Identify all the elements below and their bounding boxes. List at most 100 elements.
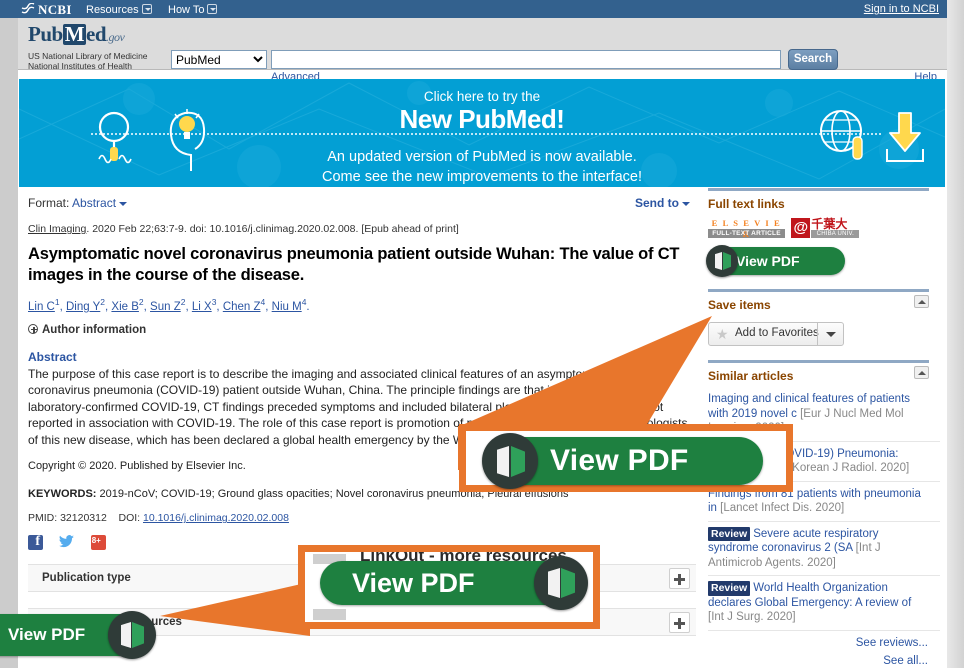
similar-articles-title: Similar articles [708,369,794,383]
author-affiliation-sup: 2 [100,297,106,307]
how-to-menu-label: How To [168,4,205,16]
journal-link[interactable]: Clin Imaging [28,223,86,235]
view-pdf-floating-button[interactable]: View PDF [0,611,156,659]
banner-subtitle: Click here to try the [423,89,541,104]
database-select[interactable]: PubMed [171,50,267,69]
review-badge: Review [708,581,751,596]
logo-text-ed: ed [86,22,107,46]
collapse-similar-articles-button[interactable] [914,366,929,379]
author-link[interactable]: Niu M [272,301,302,313]
full-text-links-block: Full text links E L S E V I E R FULL-TEX… [706,188,940,277]
pubmed-logo[interactable]: PubMed.gov US National Library of Medici… [28,22,148,72]
similar-article-journal: [Korean J Radiol. 2020] [788,462,910,474]
banner-line-2: Come see the new improvements to the int… [322,169,642,185]
author-affiliation-sup: 4 [260,297,266,307]
chevron-down-icon [119,201,128,206]
pmid-doi-row: PMID: 32120312 DOI: 10.1016/j.clinimag.2… [28,512,696,524]
view-pdf-button[interactable]: View PDF [706,245,845,277]
author-link[interactable]: Li X [192,301,212,313]
pdf-reader-icon [108,611,156,659]
author-affiliation-sup: 2 [138,297,144,307]
similar-articles-block: Similar articles Imaging and clinical fe… [708,360,940,667]
author-information-label: Author information [42,323,147,336]
author-link[interactable]: Chen Z [223,301,261,313]
send-to-menu[interactable]: Send to [635,196,690,210]
expand-plus-icon [28,323,38,334]
search-input[interactable] [271,50,781,69]
similar-article-journal: [Int J Surg. 2020] [708,611,796,623]
view-pdf-button-zoomed[interactable]: View PDF [482,433,763,489]
author-link[interactable]: Ding Y [66,301,100,313]
elsevier-logo[interactable]: E L S E V I E R FULL-TEXT ARTICLE [708,218,785,239]
save-items-block: Save items ★ Add to Favorites [708,289,940,346]
citation-line: Clin Imaging. 2020 Feb 22;63:7-9. doi: 1… [28,222,696,236]
list-item[interactable]: Review World Health Organization declares… [708,576,940,631]
logo-text-m: M [62,22,87,46]
pdf-reader-icon [706,245,738,277]
collapse-save-items-button[interactable] [914,295,929,308]
resources-menu[interactable]: Resources [86,3,152,16]
chiba-english: CHIBA UNIV. [811,230,860,238]
chevron-down-icon [682,201,690,206]
similar-articles-links: See reviews... See all... [708,637,940,667]
ncbi-top-bar: NCBI Resources How To Sign in to NCBI [0,0,964,18]
author-link[interactable]: Sun Z [150,301,181,313]
section-divider [708,360,929,363]
new-pubmed-banner[interactable]: Click here to try the New PubMed! An upd… [19,79,945,187]
author-link[interactable]: Xie B [111,301,139,313]
author-affiliation-sup: 2 [180,297,186,307]
callout-view-pdf-bottom: LinkOut - more resources View PDF [298,545,600,629]
article-title: Asymptomatic novel coronavirus pneumonia… [28,245,680,284]
send-to-label: Send to [635,196,679,210]
see-all-link[interactable]: See all... [708,655,928,667]
sign-in-link[interactable]: Sign in to NCBI [864,3,939,15]
format-selector[interactable]: Format: Abstract [28,196,688,210]
citation-detail: . 2020 Feb 22;63:7-9. doi: 10.1016/j.cli… [86,223,459,235]
author-affiliation-sup: 3 [211,297,217,307]
add-to-favorites-label: Add to Favorites [735,327,819,339]
expand-linkout-button[interactable] [669,612,690,633]
chiba-at-symbol: @ [791,218,811,238]
view-pdf-button-zoomed[interactable]: View PDF [320,556,588,610]
section-divider [708,289,929,292]
chevron-down-icon [141,4,152,14]
nlm-line: US National Library of Medicine [28,51,148,61]
google-plus-icon[interactable] [90,534,106,550]
review-badge: Review [708,526,751,541]
facebook-icon[interactable] [28,534,43,550]
nih-line: National Institutes of Health [28,61,132,71]
full-text-links-title: Full text links [708,197,785,211]
view-pdf-label: View PDF [352,568,475,598]
how-to-menu[interactable]: How To [168,3,218,16]
section-divider [708,188,929,191]
view-pdf-label: View PDF [8,625,86,644]
format-label: Format: [28,196,70,210]
search-button[interactable]: Search [788,49,838,70]
expand-publication-type-button[interactable] [669,568,690,589]
full-text-logos: E L S E V I E R FULL-TEXT ARTICLE @ 千葉大 … [708,218,940,239]
doi-link[interactable]: 10.1016/j.clinimag.2020.02.008 [143,512,289,524]
callout-view-pdf-sidebar: View PDF [459,424,793,492]
author-link[interactable]: Lin C [28,301,55,313]
logo-text-pub: Pub [28,22,63,46]
author-affiliation-sup: 1 [54,297,60,307]
page-scrollbar[interactable] [947,0,964,668]
keywords-label: KEYWORDS: [28,488,97,501]
format-value[interactable]: Abstract [72,196,116,210]
pdf-reader-icon [482,433,538,489]
resources-menu-label: Resources [86,4,139,16]
corner-view-pdf-widget: View PDF [0,611,158,659]
pmid-value: 32120312 [60,512,107,525]
logo-text-gov: .gov [106,30,125,44]
save-items-title: Save items [708,298,771,312]
pdf-reader-icon [534,556,588,610]
ncbi-logo-text[interactable]: NCBI [38,2,72,18]
list-item[interactable]: Review Severe acute respiratory syndrome … [708,522,940,576]
banner-line-1: An updated version of PubMed is now avai… [327,149,637,165]
favorites-dropdown-toggle[interactable] [817,322,843,346]
chiba-univ-logo[interactable]: @ 千葉大 CHIBA UNIV. [791,218,860,238]
context-bar [313,609,346,620]
twitter-icon[interactable] [59,534,75,550]
pmid-label: PMID: [28,512,58,525]
see-reviews-link[interactable]: See reviews... [708,637,928,649]
